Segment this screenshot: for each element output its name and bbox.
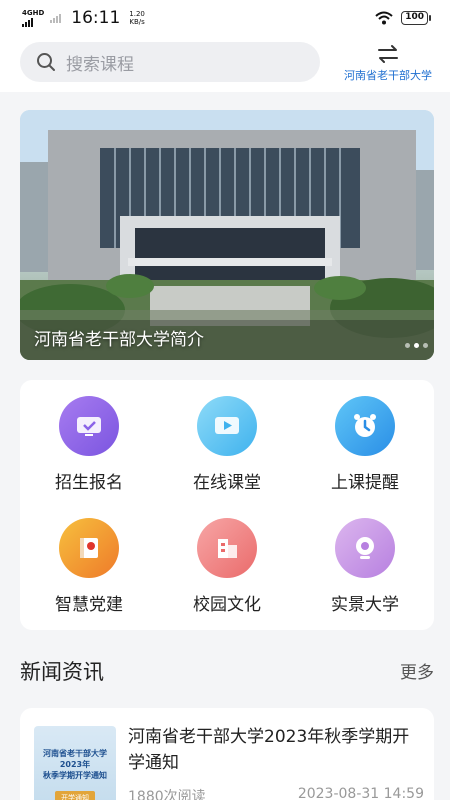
carousel-dot[interactable] bbox=[423, 343, 428, 348]
news-item-meta: 1880次阅读 2023-08-31 14:59 bbox=[128, 786, 424, 800]
network-indicator: 4GHD bbox=[22, 9, 44, 27]
monitor-check-icon bbox=[59, 396, 119, 456]
status-bar: 4GHD 16:11 1.20 KB/s 100 bbox=[0, 0, 450, 36]
search-icon bbox=[37, 53, 55, 71]
carousel-dot[interactable] bbox=[405, 343, 410, 348]
news-section-header: 新闻资讯 更多 bbox=[20, 656, 434, 686]
network-speed: 1.20 KB/s bbox=[129, 10, 145, 26]
feature-grid: 招生报名 在线课堂 上课提醒 智慧党建 校园文化 实景大学 bbox=[20, 380, 434, 630]
feature-online-class[interactable]: 在线课堂 bbox=[158, 396, 296, 493]
feature-real-campus[interactable]: 实景大学 bbox=[296, 518, 434, 615]
feature-label: 在线课堂 bbox=[193, 473, 261, 493]
news-thumbnail: 河南省老干部大学2023年 秋季学期开学通知 开学通知 bbox=[34, 726, 116, 800]
news-section-title: 新闻资讯 bbox=[20, 660, 104, 684]
search-placeholder: 搜索课程 bbox=[66, 54, 134, 75]
school-name: 河南省老干部大学 bbox=[344, 69, 432, 82]
news-read-count: 1880次阅读 bbox=[128, 789, 206, 800]
banner-image bbox=[20, 110, 434, 360]
news-list-item[interactable]: 河南省老干部大学2023年 秋季学期开学通知 开学通知 河南省老干部大学2023… bbox=[20, 708, 434, 800]
banner-caption: 河南省老干部大学简介 bbox=[34, 330, 204, 350]
news-date: 2023-08-31 14:59 bbox=[297, 786, 424, 800]
carousel-dot[interactable] bbox=[414, 343, 419, 348]
campus-building-icon bbox=[197, 518, 257, 578]
switch-school-button[interactable]: 河南省老干部大学 bbox=[342, 44, 434, 83]
swap-arrows-icon bbox=[378, 45, 398, 63]
banner-carousel[interactable]: 河南省老干部大学简介 bbox=[20, 110, 434, 360]
signal-icon bbox=[22, 17, 44, 27]
feature-label: 实景大学 bbox=[331, 595, 399, 615]
feature-label: 校园文化 bbox=[193, 595, 261, 615]
header: 搜索课程 河南省老干部大学 bbox=[0, 36, 450, 92]
search-input[interactable]: 搜索课程 bbox=[20, 42, 320, 82]
news-item-title: 河南省老干部大学2023年秋季学期开学通知 bbox=[128, 727, 410, 773]
feature-smart-party[interactable]: 智慧党建 bbox=[20, 518, 158, 615]
clock: 16:11 bbox=[71, 8, 121, 28]
battery-icon: 100 bbox=[401, 11, 431, 25]
feature-class-reminder[interactable]: 上课提醒 bbox=[296, 396, 434, 493]
wifi-icon bbox=[375, 11, 393, 25]
party-book-icon bbox=[59, 518, 119, 578]
feature-label: 招生报名 bbox=[55, 473, 123, 493]
alarm-clock-icon bbox=[335, 396, 395, 456]
feature-label: 智慧党建 bbox=[55, 595, 123, 615]
feature-label: 上课提醒 bbox=[331, 473, 399, 493]
camera-view-icon bbox=[335, 518, 395, 578]
news-more-link[interactable]: 更多 bbox=[400, 658, 434, 683]
feature-enrollment[interactable]: 招生报名 bbox=[20, 396, 158, 493]
signal-secondary-icon bbox=[50, 13, 62, 23]
play-screen-icon bbox=[197, 396, 257, 456]
feature-campus-culture[interactable]: 校园文化 bbox=[158, 518, 296, 615]
carousel-dots bbox=[405, 343, 428, 348]
